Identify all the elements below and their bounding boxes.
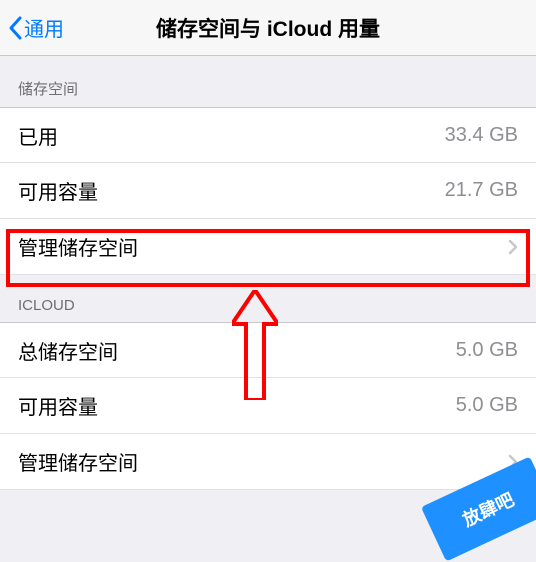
section-header-storage: 储存空间 (0, 56, 536, 107)
row-label: 可用容量 (18, 176, 98, 205)
row-icloud-total: 总储存空间 5.0 GB (0, 322, 536, 378)
row-label: 可用容量 (18, 391, 98, 420)
row-storage-used: 已用 33.4 GB (0, 107, 536, 163)
back-button[interactable]: 通用 (0, 13, 64, 42)
row-value: 33.4 GB (445, 124, 518, 147)
row-value: 21.7 GB (445, 179, 518, 202)
chevron-right-icon (508, 239, 518, 255)
row-icloud-manage[interactable]: 管理储存空间 (0, 434, 536, 490)
row-value: 5.0 GB (456, 339, 518, 362)
row-label: 管理储存空间 (18, 447, 138, 476)
row-value: 5.0 GB (456, 394, 518, 417)
row-icloud-available: 可用容量 5.0 GB (0, 378, 536, 434)
page-title: 储存空间与 iCloud 用量 (0, 13, 536, 43)
row-storage-available: 可用容量 21.7 GB (0, 163, 536, 219)
chevron-left-icon (8, 16, 22, 40)
back-label: 通用 (24, 13, 64, 42)
row-label: 总储存空间 (18, 336, 118, 365)
row-label: 已用 (18, 121, 58, 150)
row-label: 管理储存空间 (18, 232, 138, 261)
nav-header: 通用 储存空间与 iCloud 用量 (0, 0, 536, 56)
row-storage-manage[interactable]: 管理储存空间 (0, 219, 536, 275)
section-header-icloud: ICLOUD (0, 275, 536, 322)
